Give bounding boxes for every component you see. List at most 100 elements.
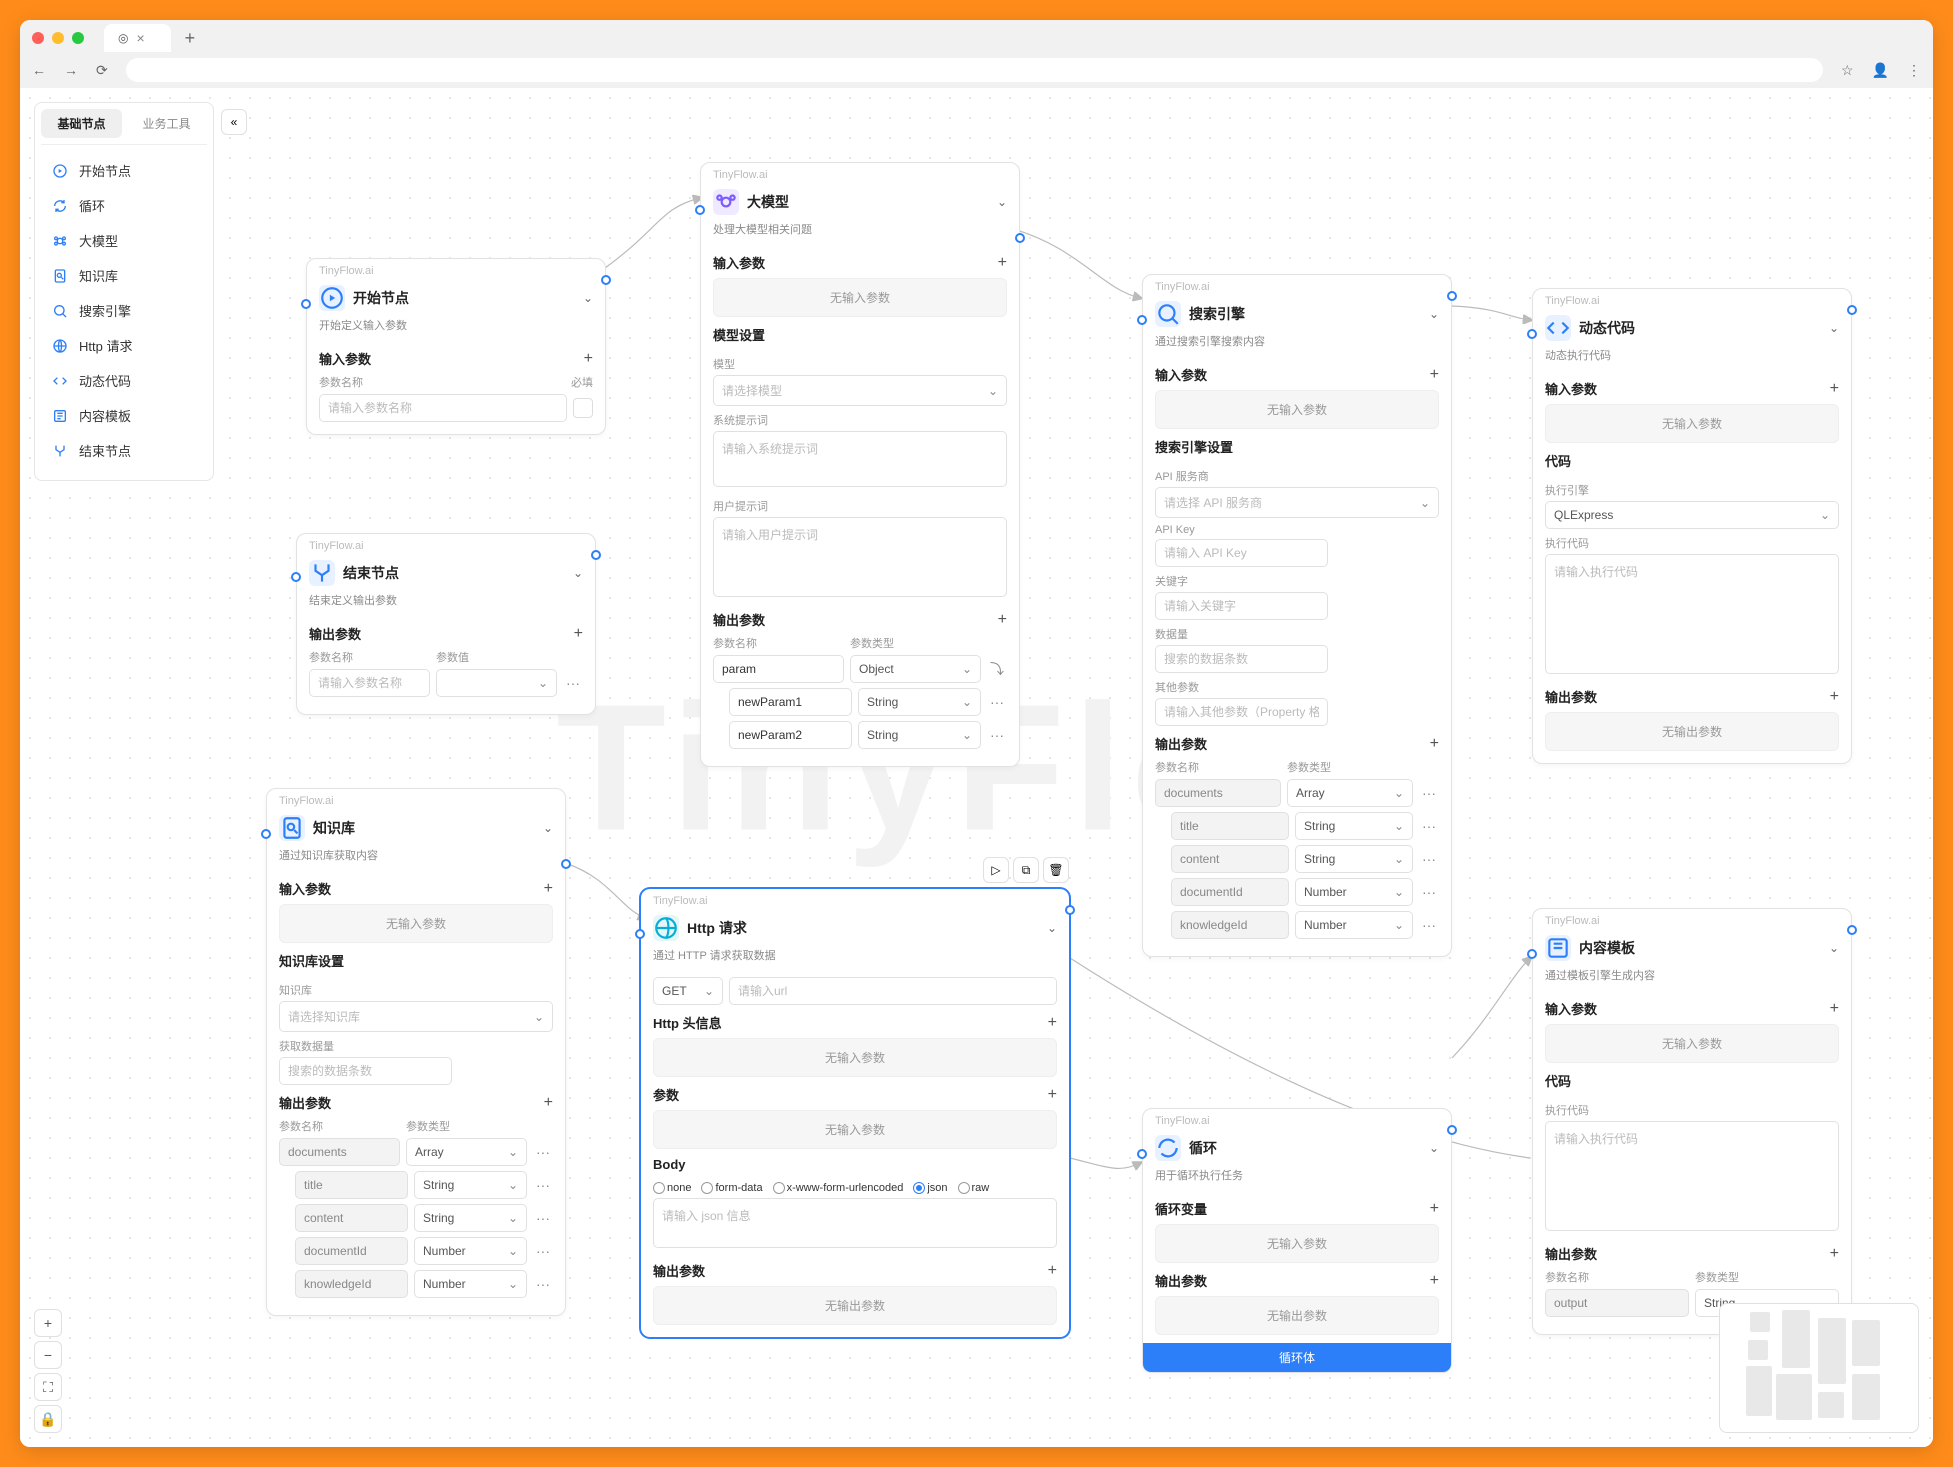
copy-button[interactable]: ⧉ — [1013, 857, 1039, 883]
chevron-down-icon[interactable]: ⌄ — [1829, 941, 1839, 955]
nav-back[interactable]: ← — [32, 62, 46, 78]
add-param[interactable]: + — [544, 880, 553, 898]
add-param[interactable]: + — [998, 611, 1007, 629]
more-icon[interactable]: ··· — [533, 1210, 553, 1226]
more-icon[interactable]: ··· — [1419, 917, 1439, 933]
more-icon[interactable]: ··· — [533, 1144, 553, 1160]
method-select[interactable]: GET — [653, 977, 723, 1005]
add-param[interactable]: + — [1430, 366, 1439, 384]
add-param[interactable]: + — [1830, 380, 1839, 398]
chevron-down-icon[interactable]: ⌄ — [543, 821, 553, 835]
min-window[interactable] — [52, 32, 64, 44]
code-input[interactable] — [1545, 554, 1839, 674]
radio-json[interactable]: json — [913, 1182, 947, 1194]
zoom-in[interactable]: + — [34, 1309, 62, 1337]
add-param[interactable]: + — [1430, 1200, 1439, 1218]
palette-start[interactable]: 开始节点 — [41, 153, 207, 188]
palette-http[interactable]: Http 请求 — [41, 328, 207, 363]
radio-formdata[interactable]: form-data — [701, 1182, 762, 1194]
collapse-sidebar[interactable]: « — [221, 109, 247, 135]
param-type[interactable]: Array — [406, 1138, 527, 1166]
palette-end[interactable]: 结束节点 — [41, 433, 207, 468]
radio-none[interactable]: none — [653, 1182, 691, 1194]
chevron-down-icon[interactable]: ⌄ — [1429, 307, 1439, 321]
sys-prompt-input[interactable] — [713, 431, 1007, 487]
add-param[interactable]: + — [998, 254, 1007, 272]
user-prompt-input[interactable] — [713, 517, 1007, 597]
param-value-select[interactable] — [436, 669, 557, 697]
node-http[interactable]: ▷ ⧉ 🗑 TinyFlow.ai Http 请求⌄ 通过 HTTP 请求获取数… — [640, 888, 1070, 1338]
run-button[interactable]: ▷ — [983, 857, 1009, 883]
profile-icon[interactable]: 👤 — [1872, 62, 1889, 79]
other-input[interactable] — [1155, 698, 1328, 726]
more-icon[interactable]: ··· — [1419, 785, 1439, 801]
max-window[interactable] — [72, 32, 84, 44]
close-window[interactable] — [32, 32, 44, 44]
tab-biz-tools[interactable]: 业务工具 — [126, 109, 207, 138]
bookmark-icon[interactable]: ☆ — [1841, 62, 1854, 79]
node-kb[interactable]: TinyFlow.ai 知识库⌄ 通过知识库获取内容 输入参数+ 无输入参数 知… — [266, 788, 566, 1316]
param-name[interactable] — [729, 688, 852, 716]
param-type[interactable]: String — [414, 1204, 527, 1232]
add-param[interactable]: + — [1430, 735, 1439, 753]
param-type[interactable]: String — [1295, 845, 1413, 873]
more-icon[interactable]: ··· — [1419, 818, 1439, 834]
param-type[interactable]: String — [858, 688, 981, 716]
palette-template[interactable]: 内容模板 — [41, 398, 207, 433]
count-input[interactable] — [279, 1057, 452, 1085]
tab-basic-nodes[interactable]: 基础节点 — [41, 109, 122, 138]
param-name[interactable] — [713, 655, 844, 683]
zoom-out[interactable]: − — [34, 1341, 62, 1369]
palette-llm[interactable]: 大模型 — [41, 223, 207, 258]
api-vendor-select[interactable]: 请选择 API 服务商 — [1155, 487, 1439, 518]
palette-loop[interactable]: 循环 — [41, 188, 207, 223]
chevron-down-icon[interactable]: ⌄ — [583, 291, 593, 305]
chevron-down-icon[interactable]: ⌄ — [1429, 1141, 1439, 1155]
param-name-input[interactable] — [309, 669, 430, 697]
node-end[interactable]: TinyFlow.ai 结束节点⌄ 结束定义输出参数 输出参数+ 参数名称参数值… — [296, 533, 596, 715]
param-type[interactable]: Number — [1295, 911, 1413, 939]
node-template[interactable]: TinyFlow.ai 内容模板⌄ 通过模板引擎生成内容 输入参数+ 无输入参数… — [1532, 908, 1852, 1335]
required-checkbox[interactable] — [573, 398, 593, 418]
add-param[interactable]: + — [1830, 688, 1839, 706]
delete-button[interactable]: 🗑 — [1043, 857, 1069, 883]
param-name-input[interactable] — [319, 394, 567, 422]
radio-urlencoded[interactable]: x-www-form-urlencoded — [773, 1182, 904, 1194]
loop-body-button[interactable]: 循环体 — [1143, 1343, 1451, 1372]
add-param[interactable]: + — [544, 1094, 553, 1112]
param-type[interactable]: Array — [1287, 779, 1413, 807]
engine-select[interactable]: QLExpress — [1545, 501, 1839, 529]
add-param[interactable]: + — [1830, 1000, 1839, 1018]
add-header[interactable]: + — [1048, 1014, 1057, 1032]
param-type[interactable]: Number — [1295, 878, 1413, 906]
palette-search[interactable]: 搜索引擎 — [41, 293, 207, 328]
nav-forward[interactable]: → — [64, 62, 78, 78]
add-param[interactable]: + — [1430, 1272, 1439, 1290]
tab-close[interactable]: × — [136, 30, 144, 46]
more-icon[interactable]: ··· — [987, 694, 1007, 710]
chevron-down-icon[interactable]: ⌄ — [1047, 921, 1057, 935]
param-type[interactable]: Object — [850, 655, 981, 683]
more-icon[interactable]: ··· — [1419, 851, 1439, 867]
param-type[interactable]: Number — [414, 1270, 527, 1298]
keyword-input[interactable] — [1155, 592, 1328, 620]
menu-icon[interactable]: ⋮ — [1907, 62, 1921, 79]
model-select[interactable]: 请选择模型 — [713, 375, 1007, 406]
param-type[interactable]: Number — [414, 1237, 527, 1265]
node-start[interactable]: TinyFlow.ai 开始节点⌄ 开始定义输入参数 输入参数+ 参数名称必填 — [306, 258, 606, 435]
add-param[interactable]: + — [584, 350, 593, 368]
more-icon[interactable]: ··· — [1419, 884, 1439, 900]
nav-reload[interactable]: ⟳ — [96, 62, 108, 79]
chevron-down-icon[interactable]: ⌄ — [573, 566, 583, 580]
param-type[interactable]: String — [858, 721, 981, 749]
radio-raw[interactable]: raw — [958, 1182, 990, 1194]
add-param[interactable]: + — [574, 625, 583, 643]
add-param[interactable]: + — [1048, 1086, 1057, 1104]
url-input[interactable] — [729, 977, 1057, 1005]
param-type[interactable]: String — [414, 1171, 527, 1199]
minimap[interactable] — [1719, 1303, 1919, 1433]
more-icon[interactable]: ··· — [533, 1243, 553, 1259]
node-loop[interactable]: TinyFlow.ai 循环⌄ 用于循环执行任务 循环变量+ 无输入参数 输出参… — [1142, 1108, 1452, 1373]
node-llm[interactable]: TinyFlow.ai 大模型⌄ 处理大模型相关问题 输入参数+ 无输入参数 模… — [700, 162, 1020, 767]
fit-view[interactable]: ⛶ — [34, 1373, 62, 1401]
